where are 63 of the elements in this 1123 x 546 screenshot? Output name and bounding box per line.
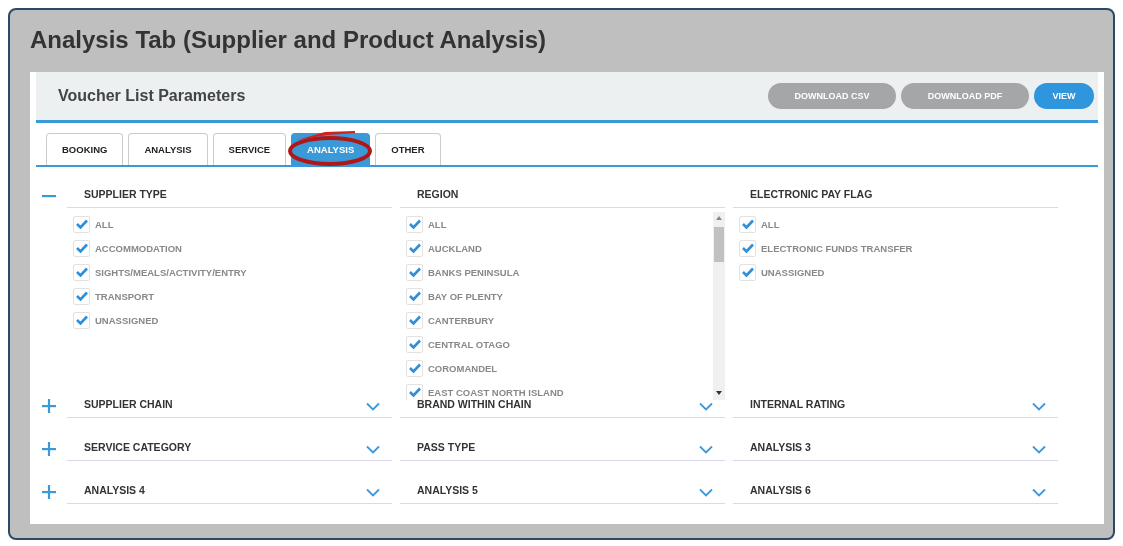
checkbox-label: CENTRAL OTAGO — [428, 338, 510, 350]
expand-icon[interactable] — [42, 485, 56, 499]
tab[interactable]: ANALYSIS — [128, 133, 208, 165]
filter-heading: REGION — [417, 188, 459, 200]
tab[interactable]: BOOKING — [46, 133, 124, 165]
filter-heading[interactable]: ANALYSIS 4 — [84, 484, 145, 496]
checkbox[interactable] — [406, 383, 423, 400]
checkbox[interactable] — [73, 311, 90, 329]
checkbox[interactable] — [73, 263, 90, 281]
checkbox[interactable] — [406, 311, 423, 329]
checkbox-label: TRANSPORT — [95, 290, 155, 302]
checkbox[interactable] — [406, 287, 423, 305]
checkbox-label: ALL — [95, 218, 114, 230]
filter-heading: ELECTRONIC PAY FLAG — [750, 188, 873, 200]
tab[interactable]: SERVICE — [212, 133, 287, 165]
page-title: Analysis Tab (Supplier and Product Analysis) — [30, 26, 547, 54]
filter-heading[interactable]: SERVICE CATEGORY — [84, 441, 192, 453]
checkbox-label: UNASSIGNED — [761, 266, 825, 278]
checkbox[interactable] — [73, 287, 90, 305]
checkbox-label: ALL — [761, 218, 780, 230]
checkbox-label: BAY OF PLENTY — [428, 290, 503, 302]
filter-heading[interactable]: ANALYSIS 5 — [417, 484, 478, 496]
checkbox-label: EAST COAST NORTH ISLAND — [428, 386, 564, 398]
checkbox[interactable] — [739, 215, 756, 233]
checkbox[interactable] — [739, 239, 756, 257]
panel-title: Voucher List Parameters — [58, 87, 246, 105]
chevron-down-icon[interactable] — [366, 401, 380, 411]
tab[interactable]: OTHER — [375, 133, 441, 165]
chevron-down-icon[interactable] — [366, 444, 380, 454]
checkbox-label: SIGHTS/MEALS/ACTIVITY/ENTRY — [95, 266, 247, 278]
checkbox[interactable] — [73, 239, 90, 257]
checkbox[interactable] — [406, 359, 423, 377]
checkbox-label: BANKS PENINSULA — [428, 266, 520, 278]
checkbox-label: CANTERBURY — [428, 314, 495, 326]
chevron-down-icon[interactable] — [366, 487, 380, 497]
checkbox-label: COROMANDEL — [428, 362, 498, 374]
checkbox[interactable] — [406, 263, 423, 281]
chevron-down-icon[interactable] — [699, 401, 713, 411]
filter-heading: SUPPLIER TYPE — [84, 188, 167, 200]
checkbox-label: AUCKLAND — [428, 242, 482, 254]
chevron-down-icon[interactable] — [699, 487, 713, 497]
filter-heading[interactable]: ANALYSIS 3 — [750, 441, 811, 453]
checkbox-label: ELECTRONIC FUNDS TRANSFER — [761, 242, 913, 254]
checkbox-label: ACCOMMODATION — [95, 242, 182, 254]
filter-heading[interactable]: INTERNAL RATING — [750, 398, 846, 410]
checkbox[interactable] — [406, 239, 423, 257]
expand-icon[interactable] — [42, 442, 56, 456]
chevron-down-icon[interactable] — [699, 444, 713, 454]
expand-icon[interactable] — [42, 399, 56, 413]
filter-heading[interactable]: PASS TYPE — [417, 441, 476, 453]
scrollbar[interactable] — [713, 212, 725, 400]
chevron-down-icon[interactable] — [1032, 487, 1046, 497]
chevron-down-icon[interactable] — [1032, 401, 1046, 411]
checkbox-label: ALL — [428, 218, 447, 230]
checkbox[interactable] — [73, 215, 90, 233]
filter-heading[interactable]: BRAND WITHIN CHAIN — [417, 398, 532, 410]
checkbox[interactable] — [406, 335, 423, 353]
filter-heading[interactable]: ANALYSIS 6 — [750, 484, 811, 496]
filter-heading[interactable]: SUPPLIER CHAIN — [84, 398, 173, 410]
checkbox-label: UNASSIGNED — [95, 314, 159, 326]
checkbox[interactable] — [406, 215, 423, 233]
checkbox[interactable] — [739, 263, 756, 281]
chevron-down-icon[interactable] — [1032, 444, 1046, 454]
